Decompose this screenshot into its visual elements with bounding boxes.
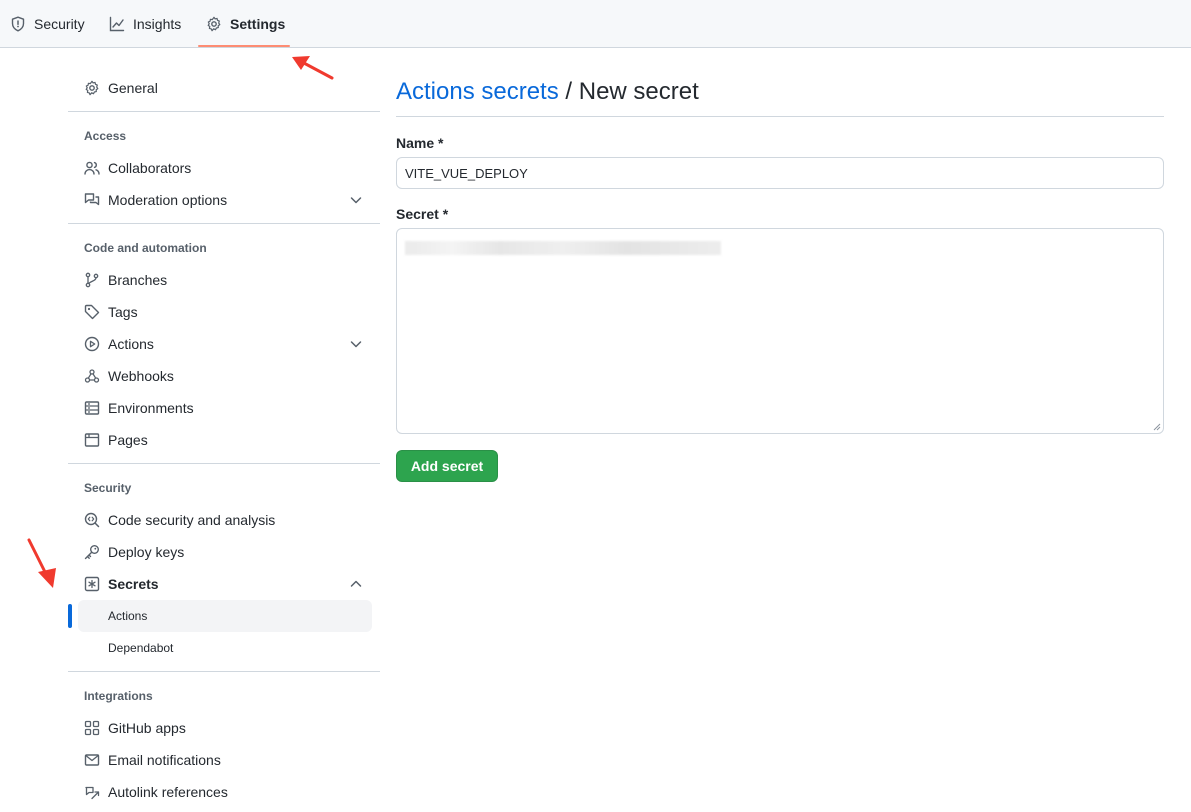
git-branch-icon	[85, 272, 99, 288]
tab-selected-underline	[198, 45, 290, 47]
sidebar-item-tags[interactable]: Tags	[84, 296, 372, 328]
breadcrumb-actions-secrets-link[interactable]: Actions secrets	[396, 78, 559, 105]
secret-name-input[interactable]: VITE_VUE_DEPLOY	[396, 157, 1164, 189]
chevron-down-icon[interactable]	[348, 192, 364, 208]
webhook-icon	[84, 369, 100, 383]
secret-label: Secret *	[396, 206, 449, 222]
breadcrumb-separator: /	[558, 78, 579, 105]
sidebar-heading-security: Security	[84, 481, 132, 495]
sidebar-divider	[68, 463, 380, 464]
sidebar-item-secrets[interactable]: Secrets	[84, 568, 372, 600]
comment-discussion-icon	[84, 193, 100, 206]
play-icon	[84, 336, 100, 352]
page-title-text: New secret	[578, 78, 699, 105]
sidebar-item-label: Actions	[108, 336, 154, 352]
people-icon	[84, 161, 100, 175]
tab-insights-label: Insights	[133, 16, 182, 32]
server-icon	[84, 401, 100, 415]
sidebar-item-label: General	[108, 80, 158, 96]
sidebar-item-autolink-references[interactable]: Autolink references	[84, 776, 372, 808]
sidebar-item-branches[interactable]: Branches	[84, 264, 372, 296]
sidebar-item-collaborators[interactable]: Collaborators	[84, 152, 372, 184]
tab-settings[interactable]: Settings	[206, 0, 285, 48]
sidebar-item-email-notifications[interactable]: Email notifications	[84, 744, 372, 776]
sidebar-item-label: Environments	[108, 400, 194, 416]
sidebar-divider	[68, 671, 380, 672]
sidebar-item-label: Autolink references	[108, 784, 228, 800]
secret-name-value: VITE_VUE_DEPLOY	[405, 165, 528, 181]
sidebar-heading-code-automation: Code and automation	[84, 241, 207, 255]
page-title: Actions secrets / New secret	[396, 78, 699, 106]
secret-value-textarea[interactable]	[396, 228, 1164, 434]
tag-icon	[84, 304, 100, 320]
sidebar-item-actions[interactable]: Actions	[84, 328, 372, 360]
graph-icon	[109, 16, 125, 32]
add-secret-button[interactable]: Add secret	[396, 450, 498, 482]
sidebar-divider	[68, 223, 380, 224]
sidebar-item-moderation-options[interactable]: Moderation options	[84, 184, 372, 216]
tab-settings-label: Settings	[230, 16, 286, 32]
tab-security-label: Security	[34, 16, 85, 32]
browser-icon	[84, 433, 100, 447]
mail-icon	[84, 754, 100, 766]
active-indicator-bar	[68, 604, 72, 628]
redacted-secret-value	[405, 241, 721, 255]
sidebar-subitem-label: Actions	[108, 609, 148, 623]
sidebar-item-webhooks[interactable]: Webhooks	[84, 360, 372, 392]
sidebar-subitem-actions-secrets[interactable]: Actions	[78, 600, 372, 632]
apps-icon	[84, 720, 100, 736]
annotation-arrow-secrets	[27, 538, 56, 588]
sidebar-item-code-security[interactable]: Code security and analysis	[84, 504, 372, 536]
sidebar-item-github-apps[interactable]: GitHub apps	[84, 712, 372, 744]
sidebar-heading-integrations: Integrations	[84, 689, 153, 703]
tab-security[interactable]: Security	[10, 0, 85, 48]
sidebar-item-deploy-keys[interactable]: Deploy keys	[84, 536, 372, 568]
sidebar-subitem-dependabot[interactable]: Dependabot	[78, 632, 372, 664]
sidebar-item-label: Moderation options	[108, 192, 228, 208]
codescan-icon	[84, 512, 100, 528]
asterisk-box-icon	[84, 576, 100, 592]
key-icon	[84, 545, 99, 560]
sidebar-item-label: Tags	[108, 304, 138, 320]
resize-handle-icon[interactable]	[1151, 421, 1161, 431]
sidebar-item-label: Deploy keys	[108, 544, 185, 560]
chevron-up-icon[interactable]	[348, 576, 364, 592]
sidebar-item-label: Collaborators	[108, 160, 192, 176]
tab-insights[interactable]: Insights	[109, 0, 181, 48]
sidebar-heading-access: Access	[84, 129, 127, 143]
sidebar-subitem-label: Dependabot	[108, 641, 174, 655]
title-divider	[396, 116, 1164, 117]
sidebar-divider	[68, 111, 380, 112]
name-label: Name *	[396, 135, 444, 151]
sidebar-item-label: Code security and analysis	[108, 512, 276, 528]
sidebar-item-label: Webhooks	[108, 368, 174, 384]
repo-tab-bar: Security Insights Settings	[0, 0, 1191, 48]
gear-icon	[85, 80, 99, 96]
sidebar-item-label: Secrets	[108, 576, 159, 592]
sidebar-item-environments[interactable]: Environments	[84, 392, 372, 424]
gear-icon	[207, 16, 221, 32]
sidebar-item-label: GitHub apps	[108, 720, 186, 736]
sidebar-item-label: Email notifications	[108, 752, 221, 768]
shield-icon	[11, 16, 25, 32]
cross-reference-icon	[85, 786, 100, 800]
sidebar-item-pages[interactable]: Pages	[84, 424, 372, 456]
sidebar-item-label: Pages	[108, 432, 148, 448]
chevron-down-icon[interactable]	[348, 336, 364, 352]
sidebar-item-label: Branches	[108, 272, 168, 288]
sidebar-item-general[interactable]: General	[84, 72, 372, 104]
